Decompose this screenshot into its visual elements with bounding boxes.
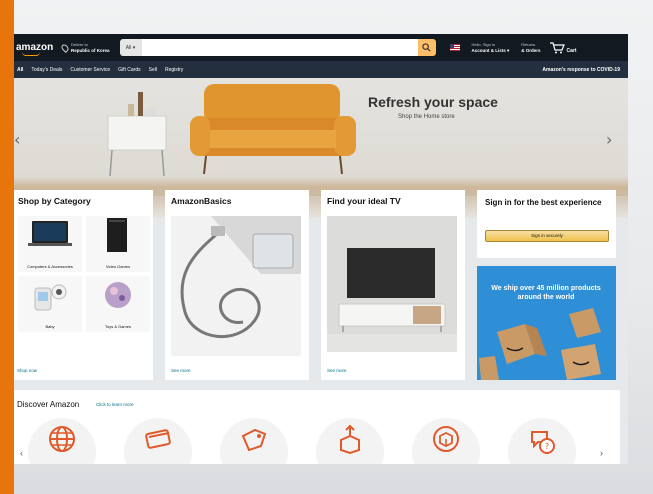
browser-screen: amazon Deliver to Republic of Korea All … <box>14 34 628 464</box>
search-icon <box>422 43 431 52</box>
globe-icon <box>49 426 75 452</box>
discover-amazon-section: Discover Amazon Click to learn more ‹ › <box>14 390 620 464</box>
discover-item-payment[interactable] <box>124 418 192 464</box>
nav-item-gift-cards[interactable]: Gift Cards <box>118 67 141 73</box>
category-tile-video-games[interactable]: Video Games <box>86 216 150 272</box>
cart-label: Cart <box>566 47 577 54</box>
hero-title: Refresh your space <box>368 94 498 110</box>
box-upload-icon <box>340 424 360 454</box>
search-category-select[interactable]: All ▾ <box>119 39 142 56</box>
cart-icon <box>549 41 565 53</box>
price-tag-icon <box>241 428 267 452</box>
see-more-link[interactable]: See more <box>327 368 347 373</box>
discover-item-returns[interactable] <box>316 418 384 464</box>
shop-now-link[interactable]: Shop now <box>17 368 37 373</box>
flag-icon[interactable] <box>449 44 460 51</box>
sub-nav: All Today's Deals Customer Service Gift … <box>14 61 628 78</box>
category-label: Toys & Games <box>104 324 131 329</box>
category-label: Video Games <box>105 264 131 269</box>
discover-item-shipping[interactable] <box>412 418 480 464</box>
account-lists: Account & Lists ▾ <box>471 47 510 53</box>
discover-item-deals[interactable] <box>220 418 288 464</box>
baby-monitor-icon <box>34 284 67 311</box>
card-ideal-tv: Find your ideal TV See more <box>321 190 465 380</box>
category-tile-toys[interactable]: Toys & Games <box>86 276 150 332</box>
nav-item-all[interactable]: All <box>17 67 23 73</box>
search-input[interactable] <box>141 39 418 56</box>
cart-button[interactable]: Cart <box>549 41 577 54</box>
category-label: Computers & Accessories <box>27 264 73 269</box>
tv-living-room-image <box>327 216 457 352</box>
shipping-boxes-image <box>479 308 601 380</box>
worldwide-shipping-ad[interactable]: We ship over 45 million products around … <box>477 266 616 380</box>
location-pin-icon <box>60 42 70 53</box>
chevron-left-icon[interactable]: ‹ <box>20 448 23 458</box>
orders-label: & Orders <box>521 47 541 53</box>
covid-response-link[interactable]: Amazon's response to COVID-19 <box>542 67 620 73</box>
chevron-right-icon[interactable]: › <box>606 130 612 149</box>
card-title: Find your ideal TV <box>327 196 401 206</box>
package-icon <box>433 426 459 452</box>
discover-item-globe[interactable] <box>28 418 96 464</box>
toy-ball-icon <box>105 282 131 308</box>
header-bar: amazon Deliver to Republic of Korea All … <box>14 34 628 61</box>
svg-text:?: ? <box>545 442 549 451</box>
category-label: Baby <box>45 324 55 329</box>
deliver-country: Republic of Korea <box>71 47 110 53</box>
orange-accent-bar <box>0 0 14 494</box>
card-shop-by-category: Shop by Category Computers & Accessories… <box>14 190 153 380</box>
nav-item-sell[interactable]: Sell <box>149 67 157 73</box>
category-tile-baby[interactable]: Baby <box>18 276 82 332</box>
sign-in-prompt: Sign in for the best experience <box>485 198 602 207</box>
game-console-icon <box>107 218 127 252</box>
category-tile-computers[interactable]: Computers & Accessories <box>18 216 82 272</box>
account-menu[interactable]: Hello, Sign in Account & Lists ▾ <box>472 42 510 54</box>
card-title: Shop by Category <box>18 196 91 206</box>
discover-title: Discover Amazon <box>17 400 80 409</box>
nav-item-todays-deals[interactable]: Today's Deals <box>31 67 62 73</box>
charging-cable-image <box>171 216 301 356</box>
hero-subtitle: Shop the Home store <box>398 114 455 120</box>
chevron-left-icon[interactable]: ‹ <box>14 130 20 149</box>
search-bar: All ▾ <box>119 39 436 56</box>
payment-card-icon <box>145 429 171 449</box>
deliver-to[interactable]: Deliver to Republic of Korea <box>60 42 110 54</box>
learn-more-link[interactable]: Click to learn more <box>96 402 134 407</box>
search-button[interactable] <box>417 39 436 56</box>
card-title: AmazonBasics <box>171 196 232 206</box>
nav-item-registry[interactable]: Registry <box>165 67 183 73</box>
card-sign-in: Sign in for the best experience Sign in … <box>477 190 616 258</box>
nav-item-customer-service[interactable]: Customer Service <box>70 67 110 73</box>
returns-orders[interactable]: Returns & Orders <box>521 42 540 54</box>
amazon-logo[interactable]: amazon <box>16 42 54 56</box>
discover-item-help[interactable]: ? <box>508 418 576 464</box>
laptop-icon <box>28 221 72 246</box>
chevron-right-icon[interactable]: › <box>600 448 603 458</box>
chat-question-icon: ? <box>531 431 555 454</box>
card-amazonbasics: AmazonBasics See more <box>165 190 309 380</box>
sign-in-button[interactable]: Sign in securely <box>485 230 609 242</box>
see-more-link[interactable]: See more <box>171 368 191 373</box>
